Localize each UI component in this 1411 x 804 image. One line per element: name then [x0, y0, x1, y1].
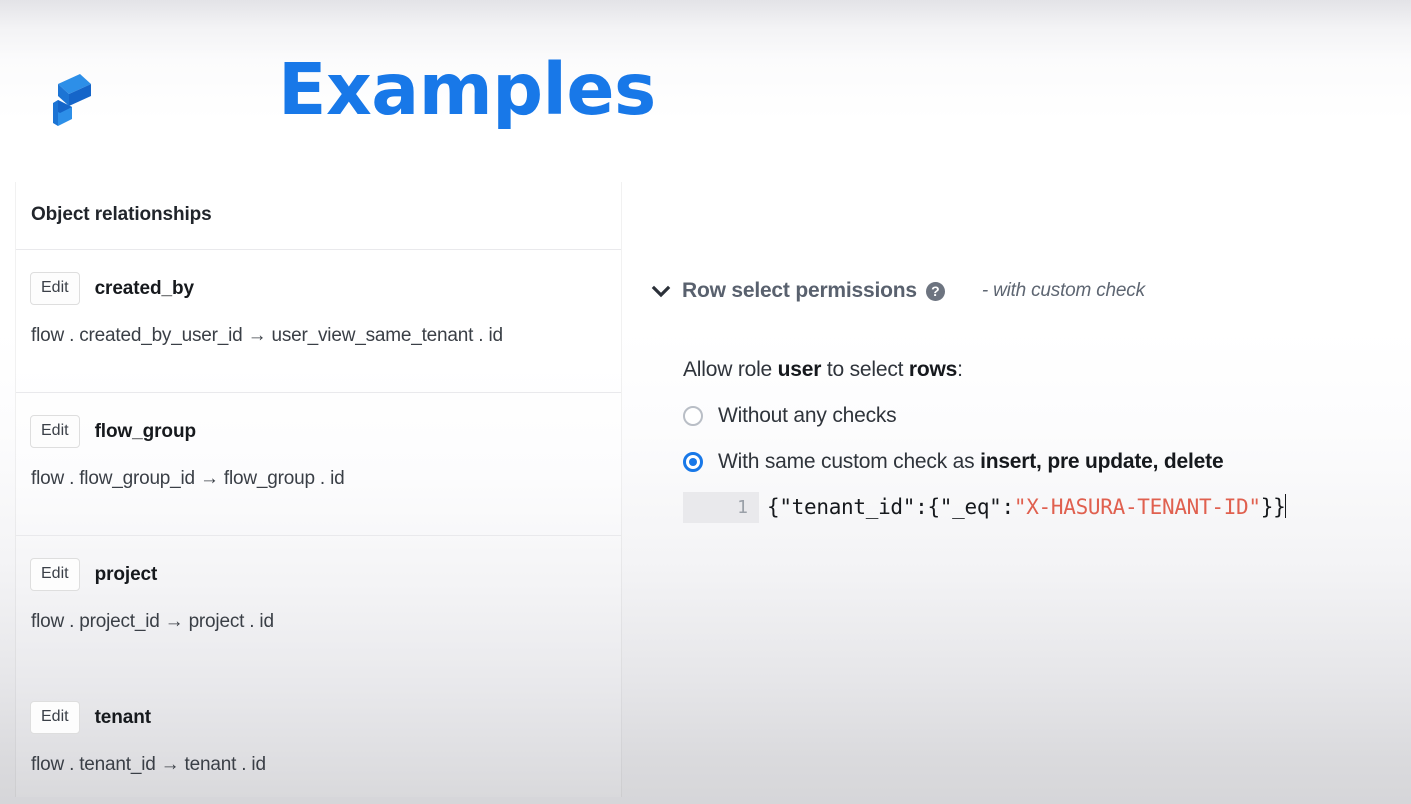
prefect-logo-icon: [48, 74, 92, 128]
allow-object-name: rows: [908, 358, 958, 381]
object-relationships-panel: Object relationships Edit created_by flo…: [15, 182, 622, 797]
editor-line-number: 1: [683, 492, 759, 523]
radio-option-with-same-custom-check[interactable]: With same custom check as insert, pre up…: [683, 450, 1390, 474]
editor-text-caret: [1285, 494, 1287, 518]
allow-role-statement: Allow role user to select rows:: [683, 358, 1390, 382]
edit-relationship-button[interactable]: Edit: [30, 701, 80, 734]
radio-label-without-any-checks: Without any checks: [718, 404, 897, 427]
row-select-permissions-panel: Row select permissions ? - with custom c…: [650, 276, 1390, 523]
permissions-subtitle: - with custom check: [981, 280, 1145, 301]
relationship-name: tenant: [94, 706, 152, 728]
code-token-object-end: }}: [1260, 495, 1286, 519]
code-token-object-start: {"tenant_id":{"_eq":: [767, 495, 1014, 519]
chevron-down-icon[interactable]: [650, 280, 672, 302]
relationship-header: Edit flow_group: [16, 415, 621, 448]
radio-option-without-any-checks[interactable]: Without any checks: [683, 404, 1390, 428]
relationship-header: Edit project: [16, 558, 621, 591]
radio-label-bold: insert, pre update, delete: [980, 450, 1224, 473]
allow-role-name: user: [777, 358, 822, 381]
radio-button-unchecked[interactable]: [683, 406, 703, 426]
radio-button-checked[interactable]: [683, 452, 703, 472]
allow-prefix-text: Allow role: [683, 358, 778, 381]
permissions-header[interactable]: Row select permissions ? - with custom c…: [650, 276, 1390, 306]
relationship-row: Edit created_by flow . created_by_user_i…: [16, 250, 621, 369]
relationship-mapping: flow . tenant_id → tenant . id: [31, 754, 266, 775]
relationship-row: Edit flow_group flow . flow_group_id → f…: [16, 393, 621, 512]
relationship-name: flow_group: [94, 420, 196, 442]
allow-middle-text: to select: [821, 358, 909, 381]
relationship-header: Edit created_by: [16, 272, 621, 305]
relationship-row: Edit project flow . project_id → project…: [16, 536, 621, 655]
relationship-name: created_by: [94, 277, 194, 299]
allow-suffix-text: :: [957, 358, 963, 381]
relationship-header: Edit tenant: [16, 701, 621, 734]
page-header: Examples: [0, 0, 1411, 170]
radio-label-prefix: With same custom check as: [718, 450, 981, 473]
edit-relationship-button[interactable]: Edit: [30, 272, 80, 305]
permissions-title: Row select permissions: [682, 279, 917, 302]
help-circle-icon[interactable]: ?: [925, 281, 945, 301]
edit-relationship-button[interactable]: Edit: [30, 415, 80, 448]
object-relationships-heading: Object relationships: [31, 204, 212, 225]
relationship-mapping: flow . project_id → project . id: [31, 611, 274, 632]
relationship-row: Edit tenant flow . tenant_id → tenant . …: [16, 679, 621, 798]
page-root: Examples Object relationships Edit creat…: [0, 0, 1411, 804]
radio-label-with-same-custom-check: With same custom check as insert, pre up…: [718, 450, 1224, 474]
page-title: Examples: [278, 48, 656, 131]
code-token-session-variable: "X-HASURA-TENANT-ID": [1013, 495, 1261, 519]
custom-check-code-editor[interactable]: 1 {"tenant_id":{"_eq":"X-HASURA-TENANT-I…: [683, 492, 1390, 523]
relationship-name: project: [94, 563, 158, 585]
editor-code-line[interactable]: {"tenant_id":{"_eq":"X-HASURA-TENANT-ID"…: [759, 492, 1287, 523]
relationship-mapping: flow . created_by_user_id → user_view_sa…: [31, 325, 503, 346]
edit-relationship-button[interactable]: Edit: [30, 558, 80, 591]
relationship-mapping: flow . flow_group_id → flow_group . id: [31, 468, 345, 489]
